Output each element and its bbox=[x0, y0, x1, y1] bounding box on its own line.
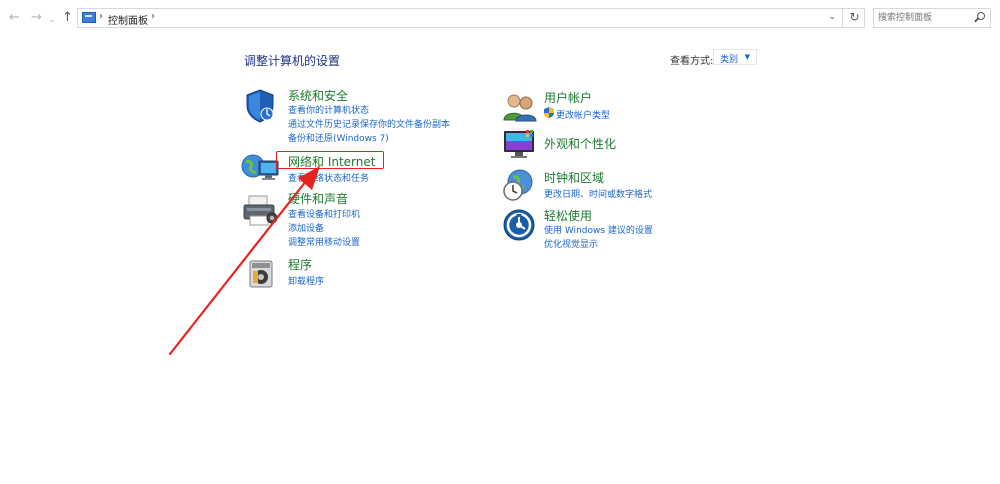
programs-icon[interactable] bbox=[247, 258, 275, 290]
category-ease-of-access[interactable]: 轻松使用 bbox=[544, 207, 592, 224]
ease-of-access-icon[interactable] bbox=[502, 208, 536, 242]
link-uninstall-program[interactable]: 卸载程序 bbox=[288, 274, 324, 287]
link-file-history-backup[interactable]: 通过文件历史记录保存你的文件备份副本 bbox=[288, 117, 450, 130]
view-by-dropdown[interactable]: 类别 ▼ bbox=[713, 49, 757, 65]
category-appearance-personalization[interactable]: 外观和个性化 bbox=[544, 135, 616, 152]
clock-globe-icon[interactable] bbox=[502, 168, 536, 202]
category-hardware-sound[interactable]: 硬件和声音 bbox=[288, 190, 348, 207]
recent-locations-icon[interactable]: ⌄ bbox=[48, 13, 56, 27]
link-add-device[interactable]: 添加设备 bbox=[288, 221, 324, 234]
view-by-label: 查看方式: bbox=[670, 56, 714, 67]
category-programs[interactable]: 程序 bbox=[288, 256, 312, 273]
navigation-bar: ← → ⌄ ↑ › 控制面板 › ⌄ ↻ bbox=[0, 0, 1000, 38]
search-icon[interactable] bbox=[977, 12, 985, 20]
category-user-accounts[interactable]: 用户帐户 bbox=[544, 89, 592, 106]
link-network-status-tasks[interactable]: 查看网络状态和任务 bbox=[288, 171, 369, 184]
shield-icon[interactable] bbox=[243, 88, 277, 124]
annotation-highlight-box bbox=[276, 151, 384, 169]
appearance-icon[interactable] bbox=[502, 128, 538, 160]
chevron-down-icon: ▼ bbox=[744, 53, 750, 61]
address-bar[interactable]: › 控制面板 › ⌄ bbox=[77, 8, 865, 28]
breadcrumb-control-panel[interactable]: 控制面板 bbox=[108, 12, 148, 27]
link-view-devices-printers[interactable]: 查看设备和打印机 bbox=[288, 207, 360, 220]
refresh-button[interactable]: ↻ bbox=[842, 8, 866, 28]
link-use-recommended-settings[interactable]: 使用 Windows 建议的设置 bbox=[544, 223, 653, 236]
link-optimize-visual-display[interactable]: 优化视觉显示 bbox=[544, 237, 598, 250]
back-button[interactable]: ← bbox=[9, 11, 20, 25]
breadcrumb-separator-icon[interactable]: › bbox=[99, 11, 103, 22]
search-box[interactable] bbox=[873, 8, 991, 28]
link-change-account-type[interactable]: 更改帐户类型 bbox=[556, 108, 610, 121]
uac-shield-icon bbox=[544, 107, 554, 118]
link-adjust-mobility-settings[interactable]: 调整常用移动设置 bbox=[288, 235, 360, 248]
link-backup-restore[interactable]: 备份和还原(Windows 7) bbox=[288, 131, 389, 144]
link-view-computer-status[interactable]: 查看你的计算机状态 bbox=[288, 103, 369, 116]
annotation-arrow bbox=[168, 166, 320, 356]
search-input[interactable] bbox=[878, 11, 968, 25]
network-globe-icon[interactable] bbox=[241, 150, 281, 186]
up-button[interactable]: ↑ bbox=[62, 11, 73, 25]
control-panel-icon bbox=[82, 12, 96, 23]
category-system-security[interactable]: 系统和安全 bbox=[288, 87, 348, 104]
link-change-date-time-format[interactable]: 更改日期、时间或数字格式 bbox=[544, 187, 652, 200]
forward-button[interactable]: → bbox=[31, 11, 42, 25]
breadcrumb-separator-icon[interactable]: › bbox=[151, 11, 155, 22]
user-accounts-icon[interactable] bbox=[502, 92, 538, 122]
category-clock-region[interactable]: 时钟和区域 bbox=[544, 169, 604, 186]
address-dropdown-icon[interactable]: ⌄ bbox=[828, 12, 836, 22]
printer-icon[interactable] bbox=[242, 194, 280, 228]
view-by-value: 类别 bbox=[720, 55, 739, 65]
page-title: 调整计算机的设置 bbox=[244, 54, 341, 68]
